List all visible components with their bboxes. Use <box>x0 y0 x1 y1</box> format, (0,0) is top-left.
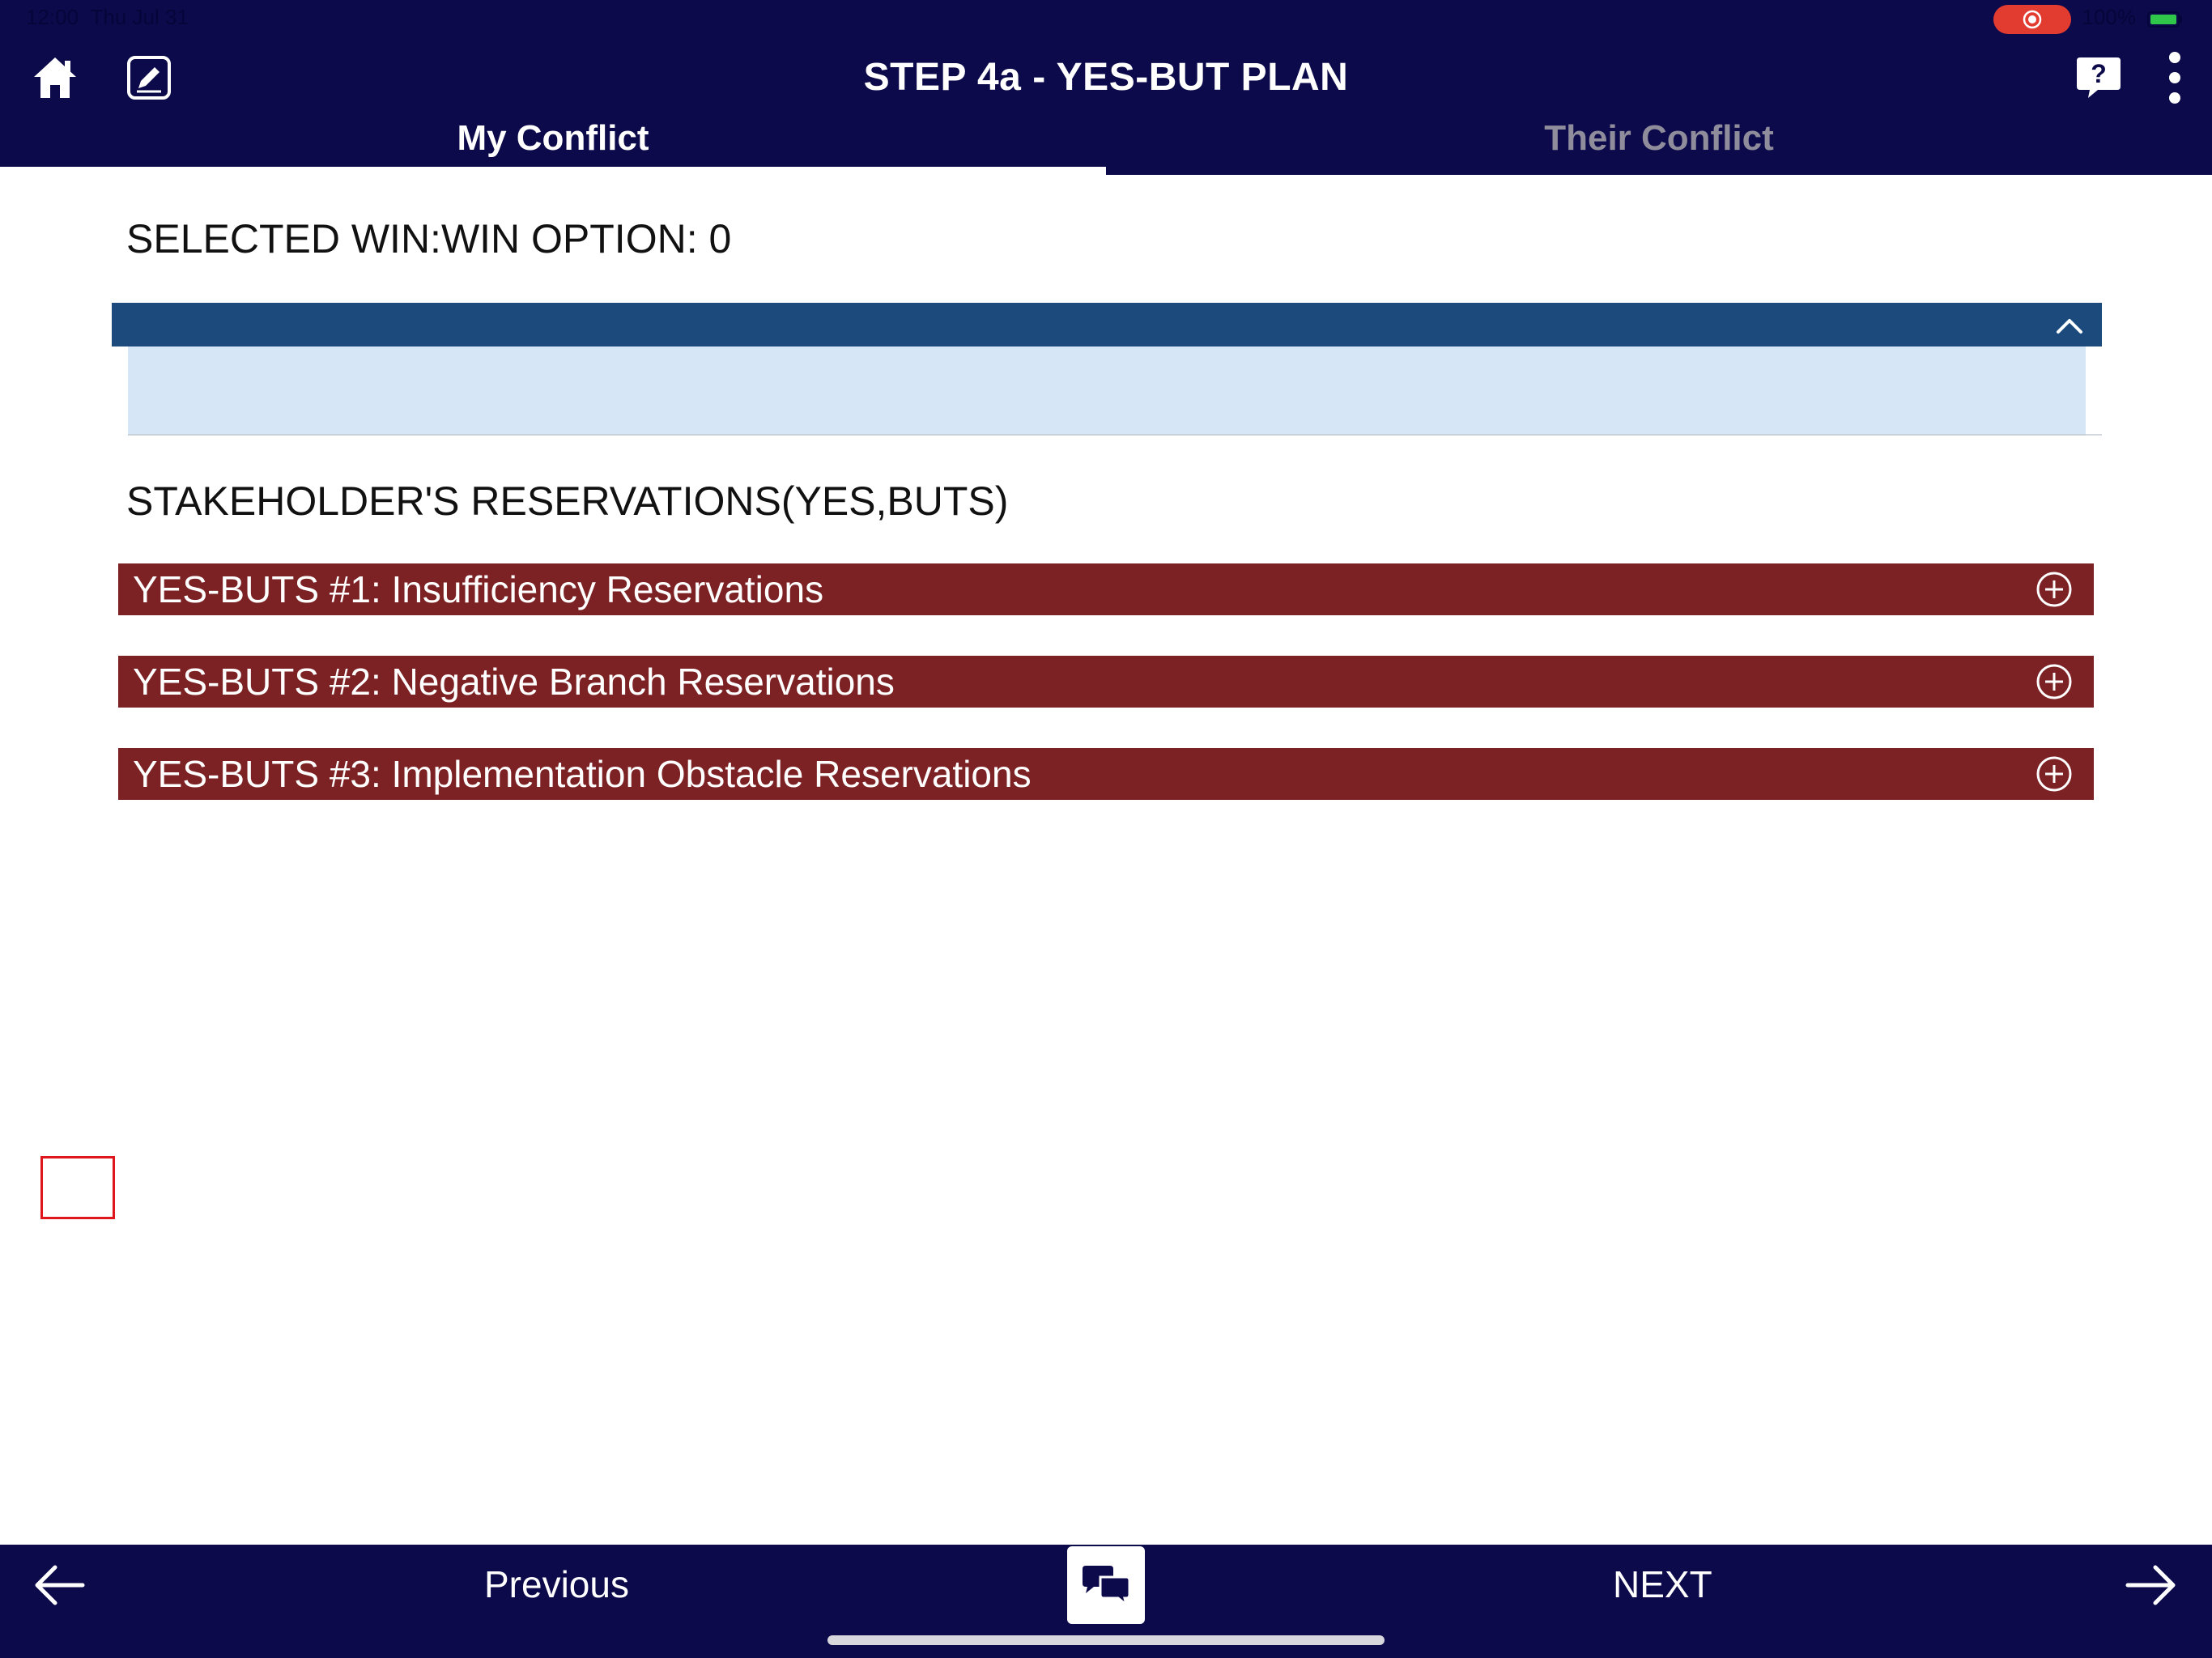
yes-buts-2-header[interactable]: YES-BUTS #2: Negative Branch Reservation… <box>118 656 2094 708</box>
selected-option-label: SELECTED WIN:WIN OPTION: 0 <box>126 216 732 261</box>
selected-option-header[interactable] <box>112 303 2102 346</box>
plus-circle-icon <box>2036 664 2072 699</box>
svg-text:?: ? <box>2091 59 2107 88</box>
more-vertical-icon <box>2169 52 2180 104</box>
help-bubble-icon: ? <box>2077 57 2121 98</box>
yes-buts-1-label: YES-BUTS #1: Insufficiency Reservations <box>133 568 824 610</box>
battery-percentage: 100% <box>2082 5 2137 29</box>
plus-circle-icon <box>2036 756 2072 792</box>
home-indicator[interactable] <box>827 1635 1385 1645</box>
tab-my-conflict[interactable]: My Conflict <box>0 118 1106 159</box>
active-tab-indicator <box>0 167 1106 175</box>
page-title: STEP 4a - YES-BUT PLAN <box>863 56 1349 99</box>
tab-their-conflict[interactable]: Their Conflict <box>1106 118 2212 159</box>
next-button[interactable]: NEXT <box>1613 1562 1712 1606</box>
yes-buts-3-label: YES-BUTS #3: Implementation Obstacle Res… <box>133 753 1032 795</box>
chat-button[interactable] <box>1067 1546 1145 1624</box>
more-options-button[interactable] <box>2154 49 2196 107</box>
divider <box>2086 434 2102 436</box>
yes-buts-1-header[interactable]: YES-BUTS #1: Insufficiency Reservations <box>118 563 2094 615</box>
selected-option-content <box>128 346 2086 436</box>
record-icon <box>2023 10 2042 29</box>
yes-buts-3-header[interactable]: YES-BUTS #3: Implementation Obstacle Res… <box>118 748 2094 800</box>
help-button[interactable]: ? <box>2069 52 2128 104</box>
previous-button[interactable]: Previous <box>484 1562 629 1606</box>
plus-circle-icon <box>2036 572 2072 607</box>
battery-icon <box>2147 11 2182 28</box>
yes-buts-2-label: YES-BUTS #2: Negative Branch Reservation… <box>133 661 895 703</box>
arrow-left-icon[interactable] <box>31 1561 87 1609</box>
arrow-right-icon[interactable] <box>2123 1561 2180 1609</box>
status-time-text: 12:00 <box>26 5 79 29</box>
top-navigation-bar: 12:00 Thu Jul 31 100% STEP 4a - YES-BUT … <box>0 0 2212 175</box>
chat-bubbles-icon <box>1083 1566 1131 1606</box>
chevron-up-icon <box>2057 319 2082 334</box>
stakeholder-reservations-label: STAKEHOLDER'S RESERVATIONS(YES,BUTS) <box>126 478 1009 524</box>
screen-recording-indicator[interactable] <box>1993 5 2071 34</box>
status-time: 12:00 Thu Jul 31 <box>26 5 189 30</box>
status-date: Thu Jul 31 <box>90 5 189 29</box>
red-outline-marker <box>40 1156 115 1219</box>
